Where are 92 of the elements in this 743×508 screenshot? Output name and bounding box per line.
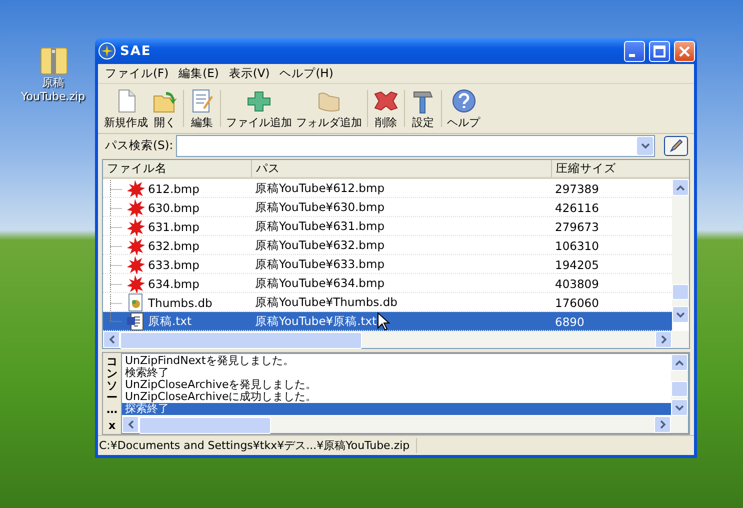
edit-button[interactable] <box>664 136 688 156</box>
vertical-scrollbar[interactable] <box>672 179 689 324</box>
console-close-button[interactable]: x <box>108 419 116 432</box>
console-line[interactable]: 検索終了 <box>122 367 671 380</box>
toolbar-button[interactable]: ヘルプ <box>445 86 482 132</box>
horizontal-scrollbar[interactable] <box>122 416 688 434</box>
toolbar-button[interactable]: 設定 <box>408 86 438 132</box>
file-row[interactable]: 612.bmp 原稿YouTube¥612.bmp 297389 <box>103 179 672 198</box>
file-name: 630.bmp <box>148 200 200 215</box>
scroll-thumb[interactable] <box>671 381 688 398</box>
icon-label: 原稿 <box>42 76 64 90</box>
file-path: 原稿YouTube¥原稿.txt <box>254 314 377 330</box>
file-path: 原稿YouTube¥633.bmp <box>254 257 384 272</box>
compressed-size: 106310 <box>554 238 599 253</box>
window-title: SAE <box>120 44 152 58</box>
close-icon <box>678 44 691 58</box>
dropdown-caret-icon <box>640 142 650 149</box>
splat-icon <box>126 236 145 256</box>
scroll-thumb[interactable] <box>672 284 689 300</box>
toolbar-button[interactable]: 開く <box>150 86 180 132</box>
pencil-icon <box>669 138 683 153</box>
icon-label: YouTube.zip <box>20 90 86 104</box>
toolbar-button[interactable]: 新規作成 <box>102 86 150 132</box>
help-icon <box>450 88 476 114</box>
tree-line-icon <box>109 218 123 236</box>
file-path: 原稿YouTube¥612.bmp <box>254 181 384 196</box>
toolbar-button[interactable]: ファイル追加 <box>224 86 294 132</box>
compressed-size: 426116 <box>554 200 599 215</box>
splat-icon <box>126 217 145 236</box>
console-line[interactable]: UnZipCloseArchiveを発見しました。 <box>122 379 671 392</box>
file-name: Thumbs.db <box>148 296 212 310</box>
file-path: 原稿YouTube¥634.bmp <box>254 276 384 292</box>
toolbar-button[interactable]: 編集 <box>187 86 217 132</box>
menu-item[interactable]: 編集(E) <box>174 66 224 81</box>
vertical-scrollbar[interactable] <box>671 354 688 416</box>
file-row[interactable]: 631.bmp 原稿YouTube¥631.bmp 279673 <box>103 217 672 236</box>
file-row[interactable]: 633.bmp 原稿YouTube¥633.bmp 194205 <box>103 255 672 274</box>
file-name: 原稿.txt <box>148 314 192 330</box>
tree-line-icon <box>109 236 123 255</box>
scroll-thumb[interactable] <box>120 332 362 350</box>
mouse-pointer-icon <box>377 312 391 332</box>
column-header[interactable]: パス <box>251 160 551 178</box>
compressed-size: 403809 <box>554 276 599 291</box>
file-name: 631.bmp <box>148 220 200 234</box>
splat-icon <box>126 179 145 198</box>
file-name: 612.bmp <box>148 182 200 196</box>
compressed-size: 194205 <box>554 258 599 272</box>
close-button[interactable] <box>674 40 695 62</box>
menu-item[interactable]: 表示(V) <box>224 66 275 81</box>
scroll-thumb[interactable] <box>139 417 271 434</box>
path-search-field[interactable] <box>176 134 655 157</box>
menu-item[interactable]: ファイル(F) <box>100 66 174 81</box>
file-name: 632.bmp <box>148 238 200 253</box>
field-label: パス検索(S): <box>105 138 174 154</box>
compressed-size: 176060 <box>554 296 599 310</box>
minimize-button[interactable] <box>624 40 645 62</box>
tree-line-icon <box>109 198 123 217</box>
file-path: 原稿YouTube¥Thumbs.db <box>254 295 398 310</box>
file-row[interactable]: 632.bmp 原稿YouTube¥632.bmp 106310 <box>103 236 672 256</box>
horizontal-scrollbar[interactable] <box>103 331 689 348</box>
file-row[interactable]: 630.bmp 原稿YouTube¥630.bmp 426116 <box>103 198 672 218</box>
toolbar-button[interactable]: 削除 <box>371 86 401 132</box>
file-path: 原稿YouTube¥632.bmp <box>254 238 384 254</box>
menu-item[interactable]: ヘルプ(H) <box>274 66 338 81</box>
minimize-icon <box>629 54 635 56</box>
tree-line-icon <box>109 274 123 293</box>
console-line[interactable]: UnZipFindNextを発見しました。 <box>122 355 671 368</box>
file-name: 634.bmp <box>148 276 200 291</box>
file-name: 633.bmp <box>148 258 200 272</box>
app-icon <box>98 42 116 60</box>
file-path: 原稿YouTube¥631.bmp <box>254 219 384 234</box>
splat-icon <box>126 255 145 274</box>
maximize-button[interactable] <box>649 40 670 62</box>
compressed-size: 297389 <box>554 182 599 196</box>
file-path: 原稿YouTube¥630.bmp <box>254 200 384 216</box>
text-file-icon <box>126 312 145 332</box>
console-line[interactable]: UnZipCloseArchiveに成功しました。 <box>122 391 671 404</box>
maximize-icon <box>653 44 666 58</box>
compressed-size: 279673 <box>554 220 599 234</box>
tree-line-icon <box>109 180 123 198</box>
column-header[interactable]: 圧縮サイズ <box>551 160 689 178</box>
database-file-icon <box>126 293 145 312</box>
splat-icon <box>126 274 145 294</box>
status-text: C:¥Documents and Settings¥tkx¥デス...¥原稿YouTube.zip <box>99 438 417 454</box>
toolbar-button[interactable]: フォルダ追加 <box>294 86 364 132</box>
tree-line-icon <box>109 256 123 274</box>
file-row[interactable]: 原稿.txt 原稿YouTube¥原稿.txt 6890 <box>103 312 672 332</box>
file-row[interactable]: 634.bmp 原稿YouTube¥634.bmp 403809 <box>103 274 672 294</box>
splat-icon <box>126 198 145 218</box>
console-title: コンソー… <box>106 356 118 417</box>
column-header[interactable]: ファイル名 <box>103 160 251 178</box>
compressed-size: 6890 <box>554 314 584 329</box>
